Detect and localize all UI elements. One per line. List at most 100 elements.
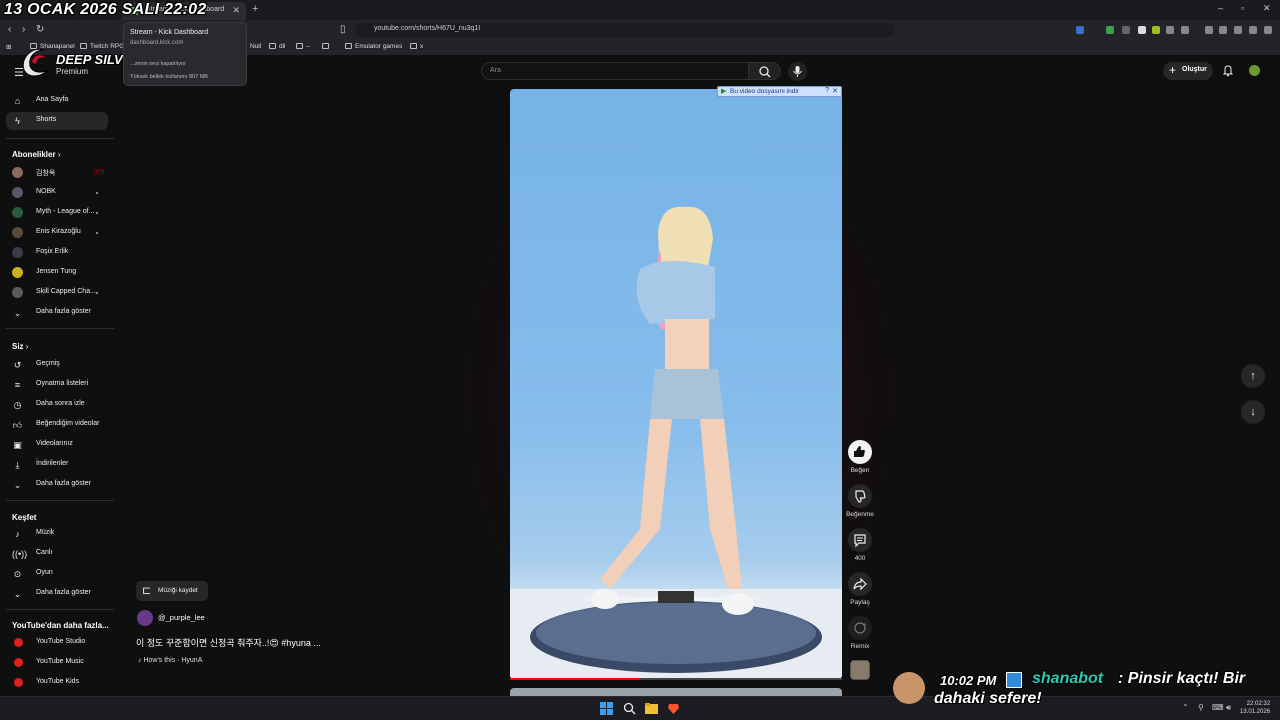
sidebar-item-show-more[interactable]: ⌄ Daha fazla göster [6, 585, 108, 603]
chevron-down-icon: ⌄ [13, 308, 22, 318]
bookmark-twitch-rpg[interactable]: Twitch RPG [80, 43, 124, 50]
translate-icon[interactable] [1076, 26, 1084, 34]
notifications-bell-icon[interactable] [1222, 64, 1234, 77]
windows-start-icon[interactable] [600, 702, 613, 715]
explore-header: Keşfet [12, 513, 37, 522]
dislike-button[interactable] [848, 484, 872, 508]
channel-avatar[interactable] [137, 610, 153, 626]
search-icon[interactable] [623, 702, 636, 715]
help-icon[interactable]: ? [825, 87, 829, 94]
bookmark-folder[interactable] [322, 43, 332, 50]
remix-button[interactable] [848, 616, 872, 640]
sidebar-item-playlists[interactable]: ≡ Oynatma listeleri [6, 376, 108, 394]
sidebar: ⌂ Ana Sayfa ϟ Shorts Abonelikler › 김창옥 (… [0, 55, 120, 696]
youtube-kids-icon [14, 678, 23, 687]
extension-icon[interactable] [1181, 26, 1189, 34]
back-icon[interactable]: ‹ [8, 24, 11, 35]
youtube-music-icon [14, 658, 23, 667]
create-button[interactable]: + Oluştur [1163, 62, 1213, 80]
comment-icon [854, 534, 866, 548]
menu-icon[interactable] [1264, 26, 1272, 34]
subscriptions-header[interactable]: Abonelikler › [12, 150, 60, 159]
sidebar-item-subscription[interactable]: Foşix Erlik [6, 244, 108, 262]
voice-search-button[interactable] [788, 62, 807, 81]
reload-icon[interactable]: ↻ [36, 24, 44, 35]
playlist-icon: ≡ [14, 380, 21, 390]
sidebar-item-watch-later[interactable]: ◷ Daha sonra izle [6, 396, 108, 414]
chevron-down-icon: ⌄ [13, 589, 22, 599]
sidebar-item-downloads[interactable]: ⤓ İndirilenler [6, 456, 108, 474]
sidebar-item-youtube-studio[interactable]: YouTube Studio [6, 634, 108, 652]
user-avatar[interactable] [1249, 65, 1260, 76]
bookmark-dashes[interactable]: -- [296, 43, 310, 50]
sidebar-item-youtube-music[interactable]: YouTube Music [6, 654, 108, 672]
sidebar-item-your-videos[interactable]: ▣ Videolarınız [6, 436, 108, 454]
sidebar-item-live[interactable]: ((•)) Canlı [6, 545, 108, 563]
sidebar-item-shorts[interactable]: ϟ Shorts [6, 112, 108, 130]
sound-thumbnail[interactable] [850, 660, 870, 680]
sidebar-item-gaming[interactable]: ⊙ Oyun [6, 565, 108, 583]
new-tab-icon[interactable]: + [252, 3, 258, 15]
sidebar-item-show-more[interactable]: ⌄ Daha fazla göster [6, 304, 108, 322]
restore-icon[interactable]: ▫ [1241, 3, 1244, 13]
extension-icon[interactable] [1166, 26, 1174, 34]
sidebar-item-home[interactable]: ⌂ Ana Sayfa [6, 92, 108, 110]
extension-icon[interactable] [1234, 26, 1242, 34]
next-short-preview[interactable] [510, 688, 842, 696]
save-music-button[interactable]: ⊏ Müziği kaydet [136, 581, 208, 601]
previous-short-button[interactable]: ↑ [1241, 364, 1265, 388]
close-icon[interactable]: ✕ [832, 87, 838, 95]
share-button[interactable] [848, 572, 872, 596]
youtube-studio-icon [14, 638, 23, 647]
bookmark-emulator-games[interactable]: Emulator games [345, 43, 402, 50]
next-short-button[interactable]: ↓ [1241, 400, 1265, 424]
history-icon: ↺ [13, 360, 22, 370]
sidebar-item-subscription[interactable]: Enis Kirazoğlu [6, 224, 108, 242]
extension-icon[interactable] [1249, 26, 1257, 34]
sidebar-item-subscription[interactable]: Skill Capped Cha... [6, 284, 108, 302]
channel-name[interactable]: @_purple_lee [158, 613, 205, 622]
sidebar-icon[interactable] [1219, 26, 1227, 34]
bookmark-dil[interactable]: dil [269, 43, 286, 50]
search-button[interactable] [749, 62, 781, 80]
save-music-label: Müziği kaydet [158, 587, 198, 594]
sidebar-item-show-more[interactable]: ⌄ Daha fazla göster [6, 476, 108, 494]
extension-icon[interactable] [1138, 26, 1146, 34]
download-video-bar[interactable]: ▶ Bu video dosyasını indir ? ✕ [717, 86, 842, 97]
extension-icon[interactable] [1106, 26, 1114, 34]
new-content-dot [96, 232, 98, 234]
sidebar-item-liked-videos[interactable]: 👍︎ Beğendiğim videolar [6, 416, 108, 434]
chat-timestamp: 10:02 PM [940, 673, 997, 688]
sidebar-item-subscription[interactable]: NOBK [6, 184, 108, 202]
hover-card-url: dashboard.kick.com [130, 40, 184, 46]
apps-icon[interactable]: ⊞ [6, 43, 11, 51]
you-header[interactable]: Siz › [12, 342, 28, 351]
extension-icon[interactable] [1152, 26, 1160, 34]
tab-close-icon[interactable]: ✕ [232, 5, 240, 16]
forward-icon[interactable]: › [22, 24, 25, 35]
sidebar-item-label: Beğendiğim videolar [36, 420, 100, 427]
search-input[interactable]: Ara [481, 62, 749, 80]
bookmark-x[interactable]: x [410, 43, 423, 50]
sidebar-item-history[interactable]: ↺ Geçmiş [6, 356, 108, 374]
like-button[interactable] [848, 440, 872, 464]
short-video-player[interactable] [510, 89, 842, 679]
music-info[interactable]: ♪ How's this · HyunA [138, 657, 202, 664]
close-window-icon[interactable]: ✕ [1263, 3, 1271, 14]
sidebar-item-music[interactable]: ♪ Müzik [6, 525, 108, 543]
file-explorer-icon[interactable] [645, 702, 658, 715]
extension-icon[interactable] [1122, 26, 1130, 34]
sidebar-item-youtube-kids[interactable]: YouTube Kids [6, 674, 108, 692]
sidebar-item-subscription[interactable]: Myth - League of... [6, 204, 108, 222]
address-bar[interactable]: youtube.com/shorts/H67U_nu3q1I [355, 23, 895, 37]
sidebar-item-subscription[interactable]: 김창옥 ((•)) [6, 164, 108, 182]
bookmark-icon[interactable]: ▯ [340, 24, 346, 35]
brave-browser-icon[interactable] [667, 702, 680, 715]
comments-button[interactable] [848, 528, 872, 552]
video-progress-bar[interactable] [510, 678, 842, 680]
minimize-icon[interactable]: – [1218, 3, 1223, 13]
sidebar-item-subscription[interactable]: Jensen Tung [6, 264, 108, 282]
short-title[interactable]: 이 정도 꾸준함이면 신청곡 춰주자..!😍 #hyuna ... [136, 636, 321, 649]
media-icon[interactable] [1205, 26, 1213, 34]
channel-avatar [12, 247, 23, 258]
